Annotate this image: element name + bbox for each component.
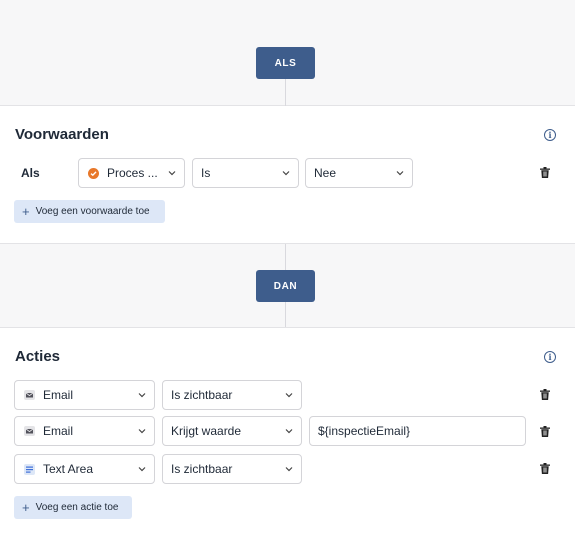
connector-line-bottom: [285, 302, 286, 327]
action-field-value: Email: [43, 424, 74, 438]
action-value-input[interactable]: ${inspectieEmail}: [309, 416, 526, 446]
add-condition-button[interactable]: + Voeg een voorwaarde toe: [14, 200, 165, 223]
action-type-select[interactable]: Krijgt waarde: [162, 416, 302, 446]
chevron-down-icon: [285, 467, 293, 472]
chevron-down-icon: [138, 393, 146, 398]
chevron-down-icon: [285, 429, 293, 434]
conditions-info-icon[interactable]: i: [544, 129, 556, 141]
chevron-down-icon: [138, 467, 146, 472]
chevron-down-icon: [285, 393, 293, 398]
delete-action-trash-icon[interactable]: [540, 426, 550, 437]
action-type-select[interactable]: Is zichtbaar: [162, 380, 302, 410]
chevron-down-icon: [138, 429, 146, 434]
condition-row-label: Als: [21, 166, 40, 180]
condition-value-select[interactable]: Nee: [305, 158, 413, 188]
als-badge: ALS: [256, 47, 315, 79]
add-action-label: Voeg een actie toe: [35, 502, 119, 513]
condition-operator-select[interactable]: Is: [192, 158, 299, 188]
actions-info-icon[interactable]: i: [544, 351, 556, 363]
email-icon: [23, 425, 35, 437]
condition-field-value: Proces ...: [107, 166, 158, 180]
chevron-down-icon: [396, 171, 404, 176]
action-type-value: Krijgt waarde: [171, 424, 242, 438]
action-type-select[interactable]: Is zichtbaar: [162, 454, 302, 484]
plus-icon: +: [22, 204, 30, 219]
condition-field-select[interactable]: Proces ...: [78, 158, 185, 188]
action-field-select[interactable]: Text Area: [14, 454, 155, 484]
email-icon: [23, 389, 35, 401]
condition-value-value: Nee: [314, 166, 337, 180]
chevron-down-icon: [168, 171, 176, 176]
add-action-button[interactable]: + Voeg een actie toe: [14, 496, 132, 519]
action-field-select[interactable]: Email: [14, 380, 155, 410]
delete-action-trash-icon[interactable]: [540, 463, 550, 474]
action-type-value: Is zichtbaar: [171, 388, 233, 402]
connector-line-top: [285, 244, 286, 270]
action-field-value: Email: [43, 388, 74, 402]
add-condition-label: Voeg een voorwaarde toe: [35, 206, 150, 217]
actions-title: Acties: [15, 348, 61, 365]
text-area-icon: [23, 463, 35, 475]
action-field-select[interactable]: Email: [14, 416, 155, 446]
delete-condition-trash-icon[interactable]: [540, 167, 550, 178]
dan-badge: DAN: [256, 270, 315, 302]
connector-line: [285, 79, 286, 106]
condition-operator-value: Is: [201, 166, 211, 180]
plus-icon: +: [22, 500, 30, 515]
delete-action-trash-icon[interactable]: [540, 389, 550, 400]
conditions-title: Voorwaarden: [15, 126, 109, 143]
process-status-icon: [87, 167, 99, 179]
action-field-value: Text Area: [43, 462, 94, 476]
action-type-value: Is zichtbaar: [171, 462, 233, 476]
chevron-down-icon: [282, 171, 290, 176]
